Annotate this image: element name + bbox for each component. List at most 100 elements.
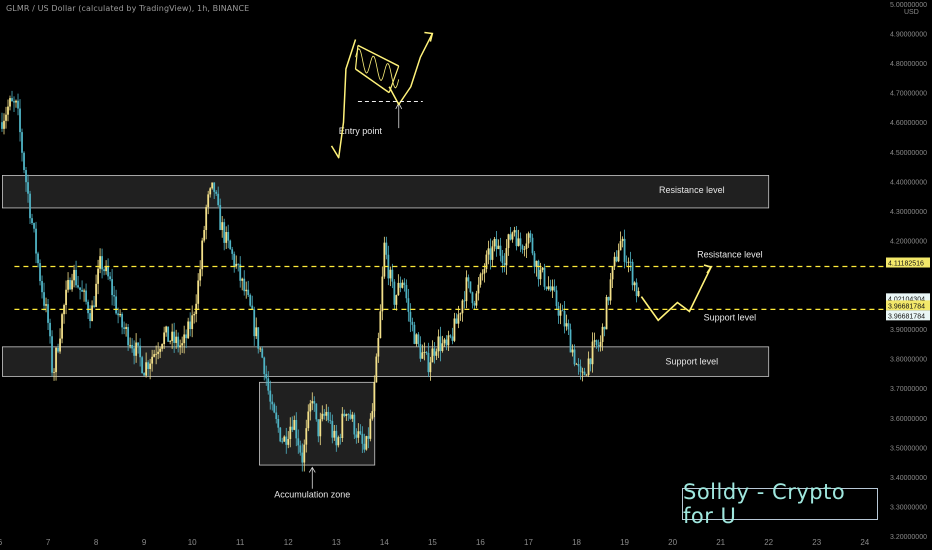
candle-body-248	[497, 245, 500, 250]
y-tick-3: 3.50000000	[890, 445, 927, 452]
candle-body-173	[347, 414, 350, 415]
candle-body-273	[547, 286, 550, 290]
candle-body-28	[57, 347, 59, 352]
candle-body-307	[615, 256, 618, 262]
candle-body-187	[375, 356, 378, 383]
candle-body-131	[263, 357, 266, 375]
candle-body-19	[39, 263, 41, 282]
candle-body-294	[589, 358, 592, 365]
candle-body-146	[293, 419, 296, 430]
candle-body-140	[281, 441, 284, 443]
candle-body-116	[233, 253, 236, 267]
candle-body-6	[13, 101, 15, 103]
candle-body-160	[321, 413, 324, 420]
price-label-0: 4.11182516	[888, 261, 924, 268]
candle-body-127	[255, 327, 258, 337]
candle-body-247	[495, 238, 498, 250]
flag-pole	[330, 39, 357, 159]
candle-body-175	[351, 414, 354, 419]
y-tick-5: 3.70000000	[890, 386, 927, 393]
candle-body-51	[103, 269, 105, 272]
candle-body-226	[453, 318, 456, 341]
candle-body-38	[77, 285, 79, 288]
candle-body-188	[377, 338, 380, 357]
candle-body-278	[557, 306, 560, 316]
candle-body-134	[269, 390, 272, 402]
candle-body-84	[169, 340, 172, 342]
candle-body-16	[33, 223, 35, 229]
candle-body-286	[573, 349, 576, 365]
candle-body-309	[619, 241, 622, 251]
candle-body-178	[357, 431, 360, 438]
candle-body-234	[469, 281, 472, 293]
candle-body-311	[623, 238, 626, 262]
x-tick-2: 8	[94, 538, 99, 547]
candle-body-0	[1, 122, 3, 129]
candle-body-82	[165, 326, 168, 333]
price-chart[interactable]: Resistance level Support level Entry point…	[0, 0, 932, 550]
y-tick-10: 4.40000000	[890, 179, 927, 186]
candle-body-277	[555, 290, 558, 307]
candle-body-29	[59, 338, 61, 352]
candle-body-165	[331, 420, 334, 438]
candle-body-139	[279, 427, 282, 442]
candle-body-166	[333, 430, 336, 438]
candle-body-54	[109, 276, 111, 280]
candle-body-305	[611, 266, 614, 280]
candle-body-57	[115, 296, 118, 314]
candle-body-290	[581, 371, 584, 373]
candle-body-2	[5, 114, 7, 121]
candle-body-133	[267, 378, 270, 391]
candle-body-265	[531, 237, 534, 254]
candle-body-239	[479, 274, 482, 285]
candle-body-30	[61, 314, 63, 339]
candle-body-79	[159, 348, 162, 352]
candle-body-182	[365, 436, 368, 450]
candle-body-53	[107, 265, 109, 277]
candle-body-33	[67, 280, 69, 290]
candle-body-232	[465, 277, 468, 302]
candle-body-25	[51, 336, 53, 373]
candle-body-59	[119, 313, 122, 316]
candle-body-221	[443, 339, 446, 344]
candle-body-123	[247, 289, 250, 296]
candle-body-299	[599, 341, 602, 347]
candle-body-230	[461, 300, 464, 314]
x-tick-0: 6	[0, 538, 3, 547]
candle-body-12	[25, 170, 27, 183]
x-tick-12: 18	[572, 538, 581, 547]
x-tick-3: 9	[142, 538, 147, 547]
candle-body-271	[543, 267, 546, 287]
candle-body-126	[253, 309, 256, 337]
candle-body-7	[15, 100, 17, 103]
candle-body-177	[355, 434, 358, 438]
candle-body-26	[53, 372, 55, 373]
candle-body-252	[505, 248, 508, 266]
candle-body-281	[563, 310, 566, 327]
candle-body-244	[489, 248, 492, 260]
candle-body-105	[211, 182, 214, 189]
price-label-3: 3.96681784	[888, 313, 925, 320]
candle-body-274	[549, 286, 552, 291]
candle-body-32	[65, 289, 67, 306]
candle-body-206	[413, 324, 416, 344]
candle-body-55	[111, 279, 114, 296]
candle-body-147	[295, 419, 298, 439]
candle-body-154	[309, 403, 312, 412]
candle-body-21	[43, 292, 45, 306]
candle-body-266	[533, 253, 536, 267]
candle-body-216	[433, 348, 436, 356]
candle-body-132	[265, 374, 268, 379]
candle-body-17	[35, 228, 37, 254]
candle-body-88	[177, 336, 180, 348]
candle-body-111	[223, 222, 226, 243]
candle-body-107	[215, 191, 218, 194]
candle-body-129	[259, 348, 262, 350]
candle-body-8	[17, 100, 19, 109]
candle-body-159	[319, 419, 322, 437]
x-tick-5: 11	[236, 538, 245, 547]
candle-body-176	[353, 414, 356, 435]
candle-body-316	[633, 282, 636, 286]
candle-body-27	[55, 347, 57, 373]
candle-body-196	[393, 281, 396, 305]
